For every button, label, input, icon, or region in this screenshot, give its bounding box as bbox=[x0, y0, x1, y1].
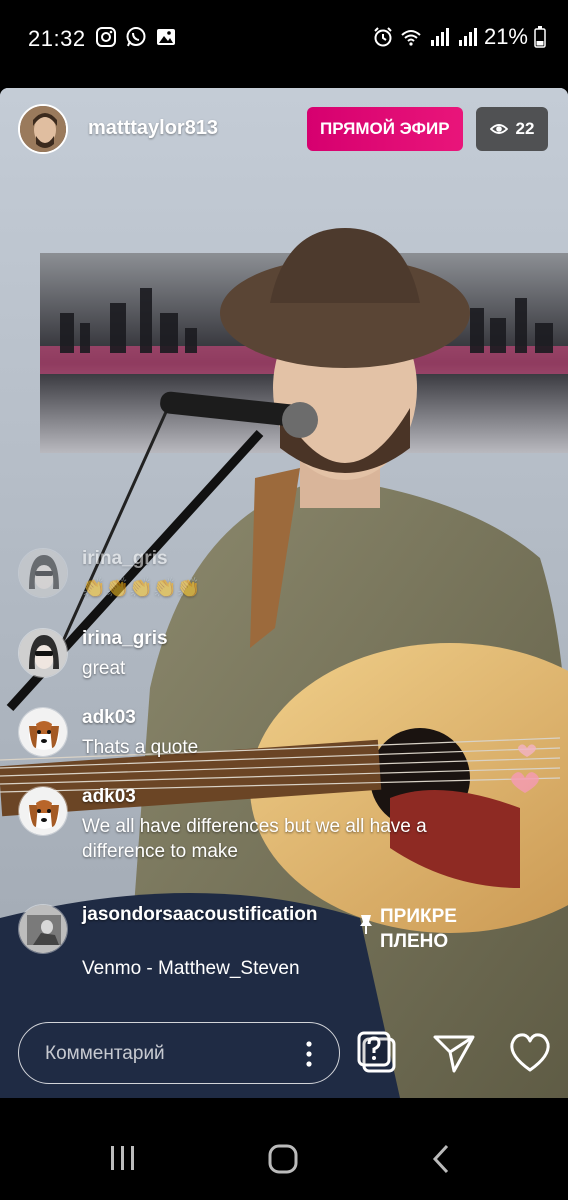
android-nav-bar bbox=[0, 1098, 568, 1200]
heart-icon[interactable] bbox=[508, 1030, 552, 1076]
live-header: matttaylor813 ПРЯМОЙ ЭФИР 22 bbox=[18, 104, 550, 154]
status-bar: 21:32 21% bbox=[0, 0, 568, 80]
pin-icon bbox=[360, 915, 372, 934]
wifi-icon bbox=[401, 30, 421, 46]
whatsapp-icon bbox=[126, 27, 146, 47]
comment-username[interactable]: adk03 bbox=[82, 707, 136, 729]
commenter-avatar[interactable] bbox=[18, 628, 68, 678]
pinned-label-line1: ПРИКРЕ bbox=[380, 906, 457, 927]
status-time: 21:32 bbox=[28, 26, 86, 51]
back-icon[interactable] bbox=[432, 1144, 450, 1174]
status-app-icons bbox=[95, 26, 177, 48]
comment-input[interactable] bbox=[43, 1023, 297, 1085]
commenter-avatar[interactable] bbox=[18, 904, 68, 954]
comment-text: We all have differences but we all have … bbox=[82, 816, 427, 862]
gallery-icon bbox=[157, 29, 175, 45]
battery-icon bbox=[534, 26, 546, 48]
host-username[interactable]: matttaylor813 bbox=[88, 117, 218, 140]
host-avatar[interactable] bbox=[18, 104, 68, 154]
battery-percent: 21% bbox=[483, 24, 528, 49]
pinned-label-line2: ПЛЕНО bbox=[380, 931, 449, 952]
home-icon[interactable] bbox=[268, 1144, 298, 1174]
pinned-username[interactable]: jasondorsaacoustification bbox=[82, 904, 317, 926]
eye-icon bbox=[489, 124, 508, 134]
commenter-avatar[interactable] bbox=[18, 707, 68, 757]
paper-plane-icon[interactable] bbox=[432, 1030, 476, 1076]
question-stickers-icon[interactable] bbox=[356, 1030, 400, 1076]
status-system-icons: 21% bbox=[372, 24, 546, 50]
signal-icon-2 bbox=[458, 28, 477, 46]
pinned-text: Venmo - Matthew_Steven bbox=[82, 958, 300, 979]
viewer-count: 22 bbox=[515, 119, 535, 138]
alarm-icon bbox=[374, 27, 392, 47]
instagram-icon bbox=[96, 27, 116, 47]
recent-apps-icon[interactable] bbox=[110, 1144, 136, 1172]
comment-username[interactable]: irina_gris bbox=[82, 628, 168, 650]
commenter-avatar[interactable] bbox=[18, 548, 68, 598]
comment-text: great bbox=[82, 658, 126, 679]
commenter-avatar[interactable] bbox=[18, 786, 68, 836]
comment-text: Thats a quote bbox=[82, 737, 199, 758]
more-options-icon[interactable] bbox=[305, 1040, 313, 1068]
comment-username[interactable]: adk03 bbox=[82, 786, 136, 808]
viewer-count-badge[interactable]: 22 bbox=[476, 107, 548, 151]
pinned-label: ПРИКРЕ ПЛЕНО bbox=[358, 904, 457, 954]
signal-icon bbox=[430, 28, 449, 46]
live-badge: ПРЯМОЙ ЭФИР bbox=[307, 107, 463, 151]
comment-field[interactable] bbox=[18, 1022, 340, 1085]
comment-text: 👏👏👏👏👏 bbox=[82, 578, 201, 599]
comment-username[interactable]: irina_gris bbox=[82, 548, 168, 570]
